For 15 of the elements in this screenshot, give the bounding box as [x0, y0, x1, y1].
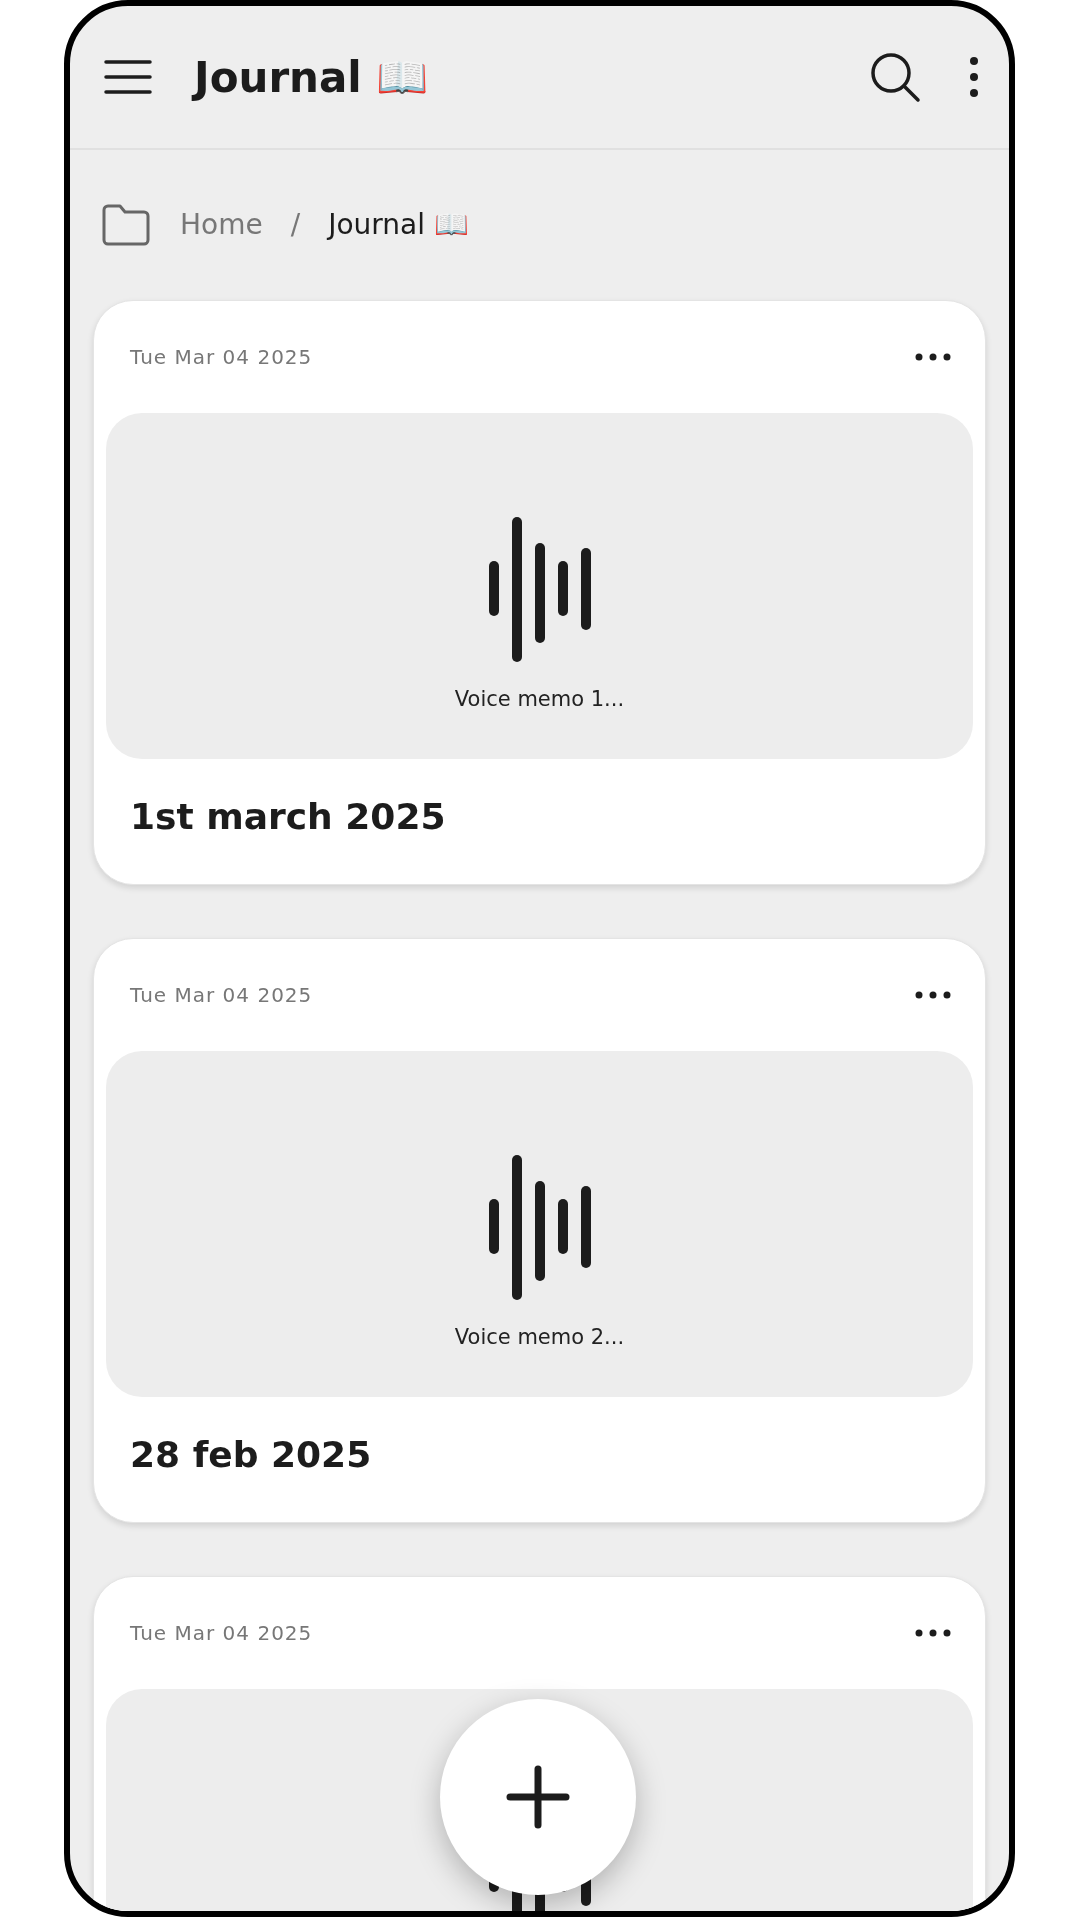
- voice-memo-attachment[interactable]: Voice memo 2...: [106, 1051, 973, 1398]
- breadcrumb-link[interactable]: Journal 📖: [328, 204, 469, 246]
- memo-caption: Voice memo 2...: [454, 1324, 625, 1352]
- memo-caption: Voice memo 1...: [454, 686, 625, 713]
- entry-card[interactable]: Tue Mar 04 2025: [93, 1576, 986, 1911]
- entry-card[interactable]: Tue Mar 04 2025 Voice memo 2... 28 feb 2025: [93, 938, 986, 1524]
- voice-memo-attachment[interactable]: Voice memo 1...: [106, 413, 973, 759]
- breadcrumb-separator: /: [290, 207, 301, 243]
- entry-title: 1st march 2025: [129, 795, 447, 839]
- entry-title: 28 feb 2025: [129, 1433, 373, 1478]
- breadcrumb-link[interactable]: Home: [180, 204, 263, 246]
- entry-date: Tue Mar 04 2025: [130, 1620, 313, 1648]
- entry-date: Tue Mar 04 2025: [130, 982, 313, 1010]
- entry-card[interactable]: Tue Mar 04 2025 Voice memo 1... 1st march 2025: [93, 300, 986, 886]
- entry-date: Tue Mar 04 2025: [130, 344, 313, 371]
